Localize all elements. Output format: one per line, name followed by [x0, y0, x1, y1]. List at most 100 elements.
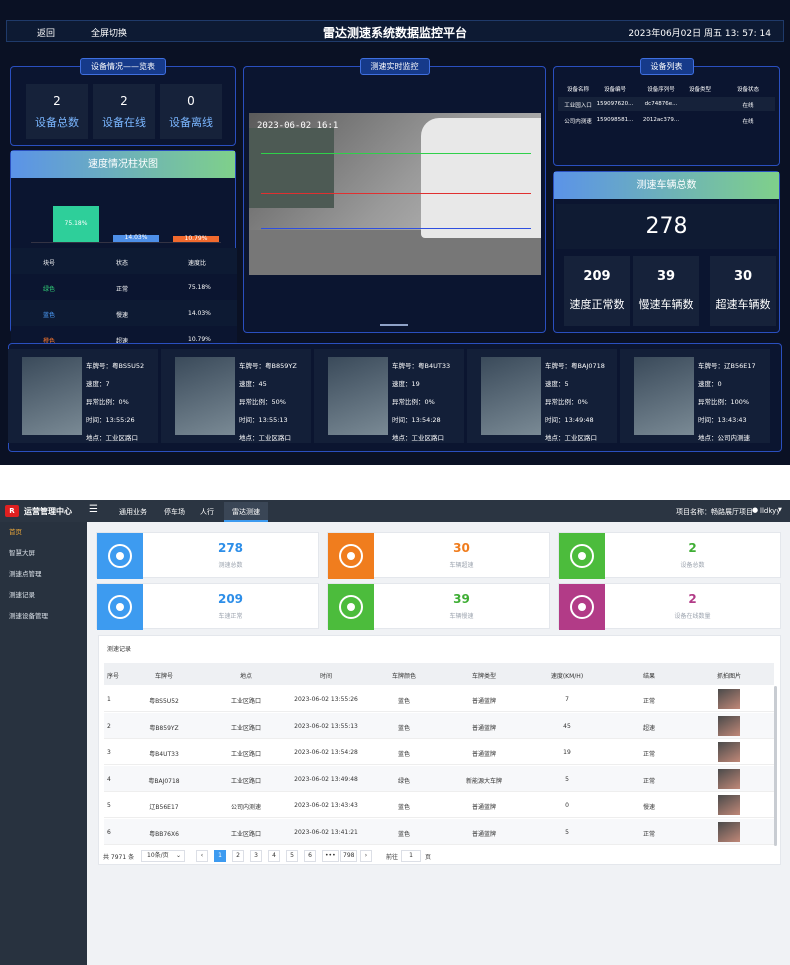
table-cell: 普通蓝牌: [471, 724, 497, 732]
over-speed-stat: 30 超速车辆数: [710, 256, 776, 326]
stat-tile: 2 设备在线数量: [558, 583, 781, 630]
table-cell: 19: [563, 749, 571, 756]
dashboard-header: 返回 全屏切换 雷达测速系统数据监控平台 2023年06月02日 周五 13: …: [6, 20, 784, 42]
page-button[interactable]: 6: [304, 850, 316, 862]
device-cell: 在线: [742, 119, 754, 125]
capture-card[interactable]: 车牌号：辽B56E17 速度：0 异常比例：100% 时间：13:43:43 地点：公司…: [620, 349, 770, 443]
capture-photo[interactable]: [175, 357, 235, 435]
capture-thumbnail[interactable]: [718, 795, 740, 815]
capture-photo[interactable]: [634, 357, 694, 435]
sidebar-item-speed-records[interactable]: 测速记录: [0, 585, 87, 606]
table-cell: 45: [563, 722, 571, 730]
speed-chart-title: 速度情况柱状图: [11, 151, 235, 178]
video-timestamp: 2023-06-02 16:1: [257, 121, 339, 131]
table-row[interactable]: 6 粤BB76X6 工业区路口 2023-06-02 13:41:21 蓝色 普通蓝牌 5 正…: [104, 818, 774, 845]
table-cell: 粤BB76X6: [149, 830, 179, 838]
table-cell: 公司内测速: [230, 804, 262, 811]
capture-thumbnail[interactable]: [718, 768, 740, 789]
capture-ratio: 异常比例：0%: [86, 398, 129, 406]
device-cell: 159098581...: [596, 117, 634, 123]
page-size-select[interactable]: 10条/页 ⌄: [141, 850, 185, 862]
sidebar-item-smart-screen[interactable]: 智慧大屏: [0, 543, 87, 564]
capture-plate: 车牌号：粤B859YZ: [239, 362, 297, 370]
tile-value: 30: [453, 541, 470, 555]
capture-info: 车牌号：辽B56E17 速度：0 异常比例：100% 时间：13:43:43 地点：公司…: [698, 357, 756, 447]
capture-thumbnail[interactable]: [718, 742, 740, 762]
tile-label: 设备在线数量: [674, 613, 711, 620]
sidebar: 首页 智慧大屏 测速点管理 测速记录 测速设备管理: [0, 522, 87, 965]
device-cell: 2012ac379...: [642, 117, 680, 123]
table-cell: 2023-06-02 13:41:21: [294, 828, 358, 836]
page-button[interactable]: 4: [268, 850, 280, 862]
table-row[interactable]: 2 粤B859YZ 工业区路口 2023-06-02 13:55:13 蓝色 普通蓝牌 45…: [104, 712, 774, 739]
page-button[interactable]: 3: [250, 850, 262, 862]
capture-ratio: 异常比例：0%: [392, 398, 435, 406]
menu-toggle-icon[interactable]: ☰: [89, 504, 98, 515]
device-icon: [559, 584, 605, 630]
tab-pedestrian[interactable]: 人行: [200, 507, 214, 517]
capture-card[interactable]: 车牌号：粤BS5U52 速度：7 异常比例：0% 时间：13:55:26 地点：工业区路…: [8, 349, 158, 443]
carousel-indicator[interactable]: [380, 324, 408, 326]
capture-thumbnail[interactable]: [718, 689, 740, 709]
truck-image: [249, 128, 334, 208]
col-header: 序号: [107, 673, 120, 680]
sidebar-item-home[interactable]: 首页: [0, 522, 87, 543]
speedometer-icon: [328, 584, 374, 630]
page-button[interactable]: •••: [322, 850, 339, 862]
live-video-feed[interactable]: 2023-06-02 16:1: [249, 113, 541, 275]
next-page-button[interactable]: ›: [360, 850, 372, 862]
table-cell: 工业区路口: [230, 698, 262, 705]
col-header: 地点: [239, 673, 253, 680]
tab-radar-speed[interactable]: 雷达测速: [224, 502, 268, 522]
stat-tile: 2 设备总数: [558, 532, 781, 579]
table-row[interactable]: 4 粤BAJ0718 工业区路口 2023-06-02 13:49:48 绿色 新能源大车…: [104, 765, 774, 792]
stat-tile: 278 测速总数: [96, 532, 319, 579]
table-cell: 超速: [642, 724, 656, 732]
table-row[interactable]: 5 辽B56E17 公司内测速 2023-06-02 13:43:43 蓝色 普通蓝牌 0 慢…: [104, 792, 774, 818]
capture-thumbnail[interactable]: [718, 715, 740, 736]
records-title: 测速记录: [107, 646, 132, 653]
table-cell: 6: [107, 828, 111, 836]
chevron-down-icon[interactable]: ▼: [778, 507, 782, 513]
device-row[interactable]: 工业园入口 159097620... dc74876e... 在线: [558, 97, 775, 111]
tab-parking[interactable]: 停车场: [164, 507, 185, 517]
table-cell: 普通蓝牌: [471, 830, 497, 838]
capture-photo[interactable]: [22, 357, 82, 435]
page-button[interactable]: 5: [286, 850, 298, 862]
stat-label: 设备总数: [35, 116, 79, 129]
col-header: 设备序列号: [647, 87, 675, 93]
prev-page-button[interactable]: ‹: [196, 850, 208, 862]
device-offline-stat: 0 设备离线: [160, 84, 222, 139]
chevron-down-icon: ⌄: [175, 852, 181, 859]
sidebar-item-speed-devices[interactable]: 测速设备管理: [0, 606, 87, 627]
device-row[interactable]: 公司内测速 159098581... 2012ac379... 在线: [558, 113, 775, 127]
tab-general[interactable]: 通用业务: [119, 507, 147, 517]
table-cell: 辽B56E17: [149, 804, 179, 811]
block-color: 蓝色: [43, 312, 56, 319]
table-scrollbar[interactable]: [774, 686, 777, 846]
table-cell: 工业区路口: [230, 830, 262, 838]
ratio: 10.79%: [188, 336, 211, 343]
device-cell: 在线: [742, 103, 754, 109]
capture-info: 车牌号：粤BAJ0718 速度：5 异常比例：0% 时间：13:49:48 地点：工业区…: [545, 357, 605, 447]
stat-value: 209: [583, 269, 611, 284]
capture-place: 地点：工业区路口: [239, 434, 291, 442]
sidebar-item-speed-points[interactable]: 测速点管理: [0, 564, 87, 585]
table-cell: 新能源大车牌: [465, 777, 503, 785]
capture-card[interactable]: 车牌号：粤B4UT33 速度：19 异常比例：0% 时间：13:54:28 地点：工业区…: [314, 349, 464, 443]
brand-name: 运营管理中心: [24, 507, 72, 516]
table-row[interactable]: 3 粤B4UT33 工业区路口 2023-06-02 13:54:28 蓝色 普通蓝牌 19…: [104, 739, 774, 765]
page-button[interactable]: 798: [340, 850, 358, 862]
capture-card[interactable]: 车牌号：粤BAJ0718 速度：5 异常比例：0% 时间：13:49:48 地点：工业区…: [467, 349, 617, 443]
capture-photo[interactable]: [328, 357, 388, 435]
table-row[interactable]: 1 粤BS5U52 工业区路口 2023-06-02 13:55:26 蓝色 普通蓝牌 7 正…: [104, 686, 774, 712]
page-button[interactable]: 1: [214, 850, 226, 862]
device-overview-panel: 设备情况——览表 2 设备总数 2 设备在线 0 设备离线: [10, 58, 236, 146]
tile-label: 测速总数: [218, 562, 243, 569]
capture-photo[interactable]: [481, 357, 541, 435]
capture-card[interactable]: 车牌号：粤B859YZ 速度：45 异常比例：50% 时间：13:55:13 地点：工业…: [161, 349, 311, 443]
page-button[interactable]: 2: [232, 850, 244, 862]
capture-thumbnail[interactable]: [718, 821, 740, 842]
goto-page-input[interactable]: 1: [401, 850, 421, 862]
stat-label: 设备在线: [102, 116, 146, 129]
